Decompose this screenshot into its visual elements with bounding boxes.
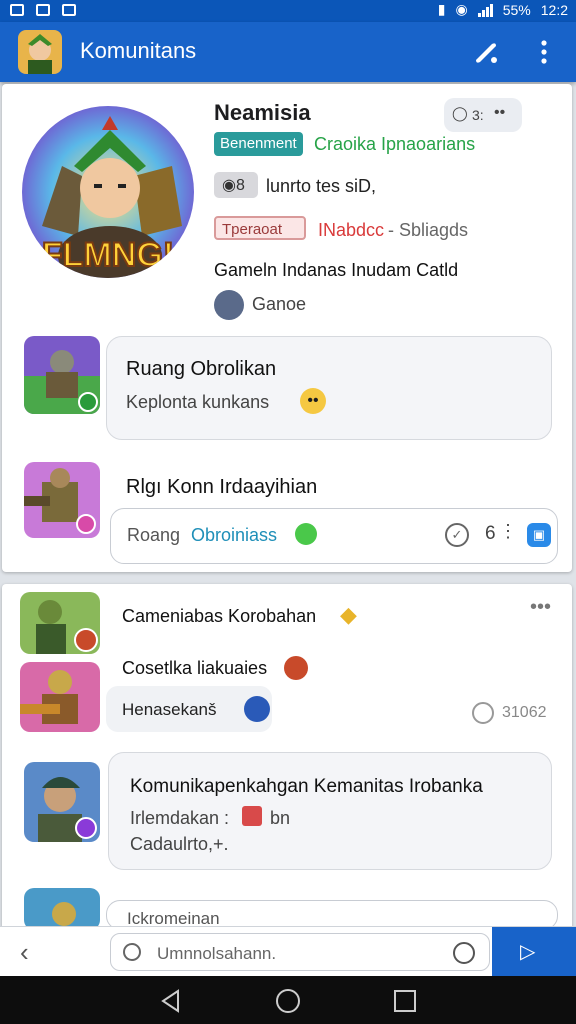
profile-art: FLMNG! xyxy=(22,106,194,278)
emoji-icon xyxy=(284,656,308,680)
more-icon[interactable]: ⋮ xyxy=(499,521,517,542)
chat-avatar[interactable] xyxy=(24,336,100,414)
more-vert-icon[interactable] xyxy=(528,36,560,68)
feed-avatar[interactable] xyxy=(24,762,100,842)
profile-description: Gameln Indanas Inudam Catld xyxy=(214,260,459,280)
chat-title: Ruang Obrolikan xyxy=(126,358,277,380)
clock: 12:2 xyxy=(540,1,568,18)
profile-name: Neamisia xyxy=(214,100,311,125)
message-input[interactable]: Umnnolsahann. xyxy=(110,933,490,971)
chip-text: Henasekanš xyxy=(122,700,217,719)
badge-1: Benenment xyxy=(214,132,303,156)
badge-2: Tperaoat xyxy=(214,216,306,240)
bubble-line-1: Irlemdakan : xyxy=(130,808,230,828)
emoji-surprised-icon: •• xyxy=(300,388,326,414)
battery-level: 55% xyxy=(502,1,531,18)
system-nav-bar xyxy=(0,976,576,1024)
signal-icon xyxy=(477,3,493,17)
feed-card: Cameniabas Korobahan ◆ ••• Cosetlka liak… xyxy=(2,584,572,930)
wifi-icon: ◉ xyxy=(455,1,468,17)
clock-icon xyxy=(472,702,494,724)
post-subtitle: Cosetlka liakuaies xyxy=(122,658,268,678)
stat-chip[interactable]: ◯ 3: •• xyxy=(444,98,522,132)
bubble-title: Komunikapenkahgan Kemanitas Irobanka xyxy=(130,776,483,797)
nav-recents-icon[interactable] xyxy=(392,988,418,1014)
status-bar: ▮ ◉ 55% 12:2 xyxy=(0,0,576,22)
check-icon[interactable]: ✓ xyxy=(445,523,469,547)
send-icon: ▷ xyxy=(520,941,536,963)
vibrate-icon: ▮ xyxy=(437,1,446,17)
app-bar: Komunitans xyxy=(0,22,576,82)
profile-card: FLMNG! Neamisia ◯ 3: •• Benenment Craoik… xyxy=(2,84,572,572)
bubble-line-1b: bn xyxy=(270,808,291,828)
chat-subtitle: Keplonta kunkans xyxy=(126,392,270,412)
notification-icon xyxy=(62,4,76,16)
game-label: Ganoe xyxy=(252,294,307,314)
post-timestamp: 31062 xyxy=(502,704,547,721)
compose-icon[interactable] xyxy=(470,36,502,68)
composer-bar: ‹ Umnnolsahann. ▷ xyxy=(0,926,576,977)
stat-icon: ◯ xyxy=(452,105,468,121)
sticker-icon[interactable] xyxy=(453,942,475,964)
online-icon xyxy=(295,523,317,545)
reply-count: 6 xyxy=(485,523,496,544)
post-more-icon[interactable]: ••• xyxy=(530,596,551,619)
game-avatar xyxy=(214,290,244,320)
bubble-line-2: Cadaulrto,+. xyxy=(130,834,229,854)
back-icon[interactable]: ‹ xyxy=(20,937,29,968)
nav-back-icon[interactable] xyxy=(158,988,184,1014)
feed-avatar[interactable] xyxy=(20,662,100,732)
emoji-picker-icon[interactable] xyxy=(123,943,141,961)
more-horiz-icon[interactable]: •• xyxy=(494,104,505,122)
community-avatar[interactable] xyxy=(18,30,62,74)
notification-icon xyxy=(10,4,24,16)
reply-input[interactable]: Roang Obroiniass ✓ 6 ⋮ ▣ xyxy=(110,508,558,564)
badge-1-subtitle: Craoika Ipnaoarians xyxy=(314,134,476,154)
user-icon xyxy=(244,696,270,722)
info-icon: ◉8 xyxy=(214,172,258,198)
badge-2-suffix: - Sbliagds xyxy=(388,220,469,240)
attachment-icon xyxy=(242,806,262,826)
chat-icon[interactable]: ▣ xyxy=(527,523,551,547)
chat-header: Rlgı Konn Irdaayihian xyxy=(126,476,318,498)
post-title: Cameniabas Korobahan xyxy=(122,606,317,626)
message-placeholder: Umnnolsahann. xyxy=(157,944,277,963)
input-highlight: Obroiniass xyxy=(191,525,278,545)
post-chip[interactable]: Henasekanš xyxy=(106,686,272,732)
notification-icon xyxy=(36,4,50,16)
nav-home-icon[interactable] xyxy=(275,988,301,1014)
input-label: Roang xyxy=(127,525,181,545)
feed-avatar[interactable] xyxy=(24,888,100,930)
chat-bubble[interactable] xyxy=(106,336,552,440)
badge-2-status: INabdcc xyxy=(318,220,385,240)
info-text: lunrto tes siD, xyxy=(266,176,377,196)
stat-value: 3: xyxy=(472,107,484,123)
emoji-icon: ◆ xyxy=(340,602,357,627)
chat-avatar[interactable] xyxy=(24,462,100,538)
send-button[interactable]: ▷ xyxy=(492,927,576,977)
profile-art-text: FLMNG! xyxy=(42,236,174,274)
feed-avatar[interactable] xyxy=(20,592,100,654)
app-title: Komunitans xyxy=(80,38,197,63)
